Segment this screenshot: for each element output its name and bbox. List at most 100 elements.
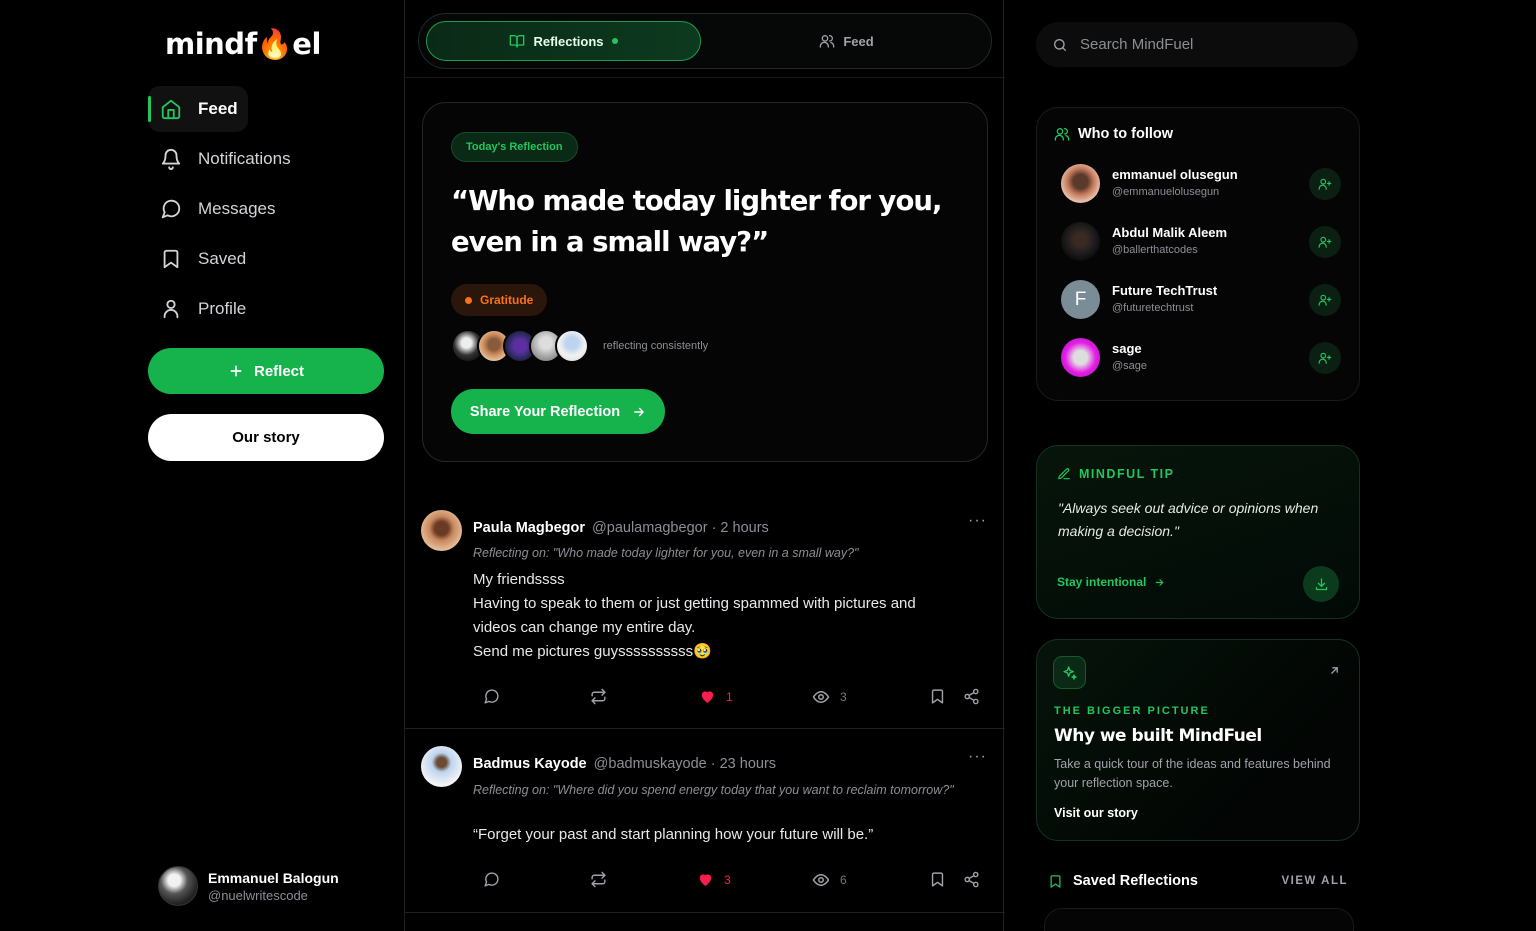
like-button[interactable]: 3 xyxy=(697,871,731,888)
avatar[interactable] xyxy=(1061,164,1100,203)
tag-dot xyxy=(465,296,472,304)
eye-icon xyxy=(812,874,830,886)
avatar[interactable] xyxy=(1061,338,1100,377)
search-input[interactable]: Search MindFuel xyxy=(1036,22,1358,67)
nav-label: Profile xyxy=(198,299,247,318)
heart-icon xyxy=(701,691,714,703)
current-user[interactable]: Emmanuel Balogun @nuelwritescode xyxy=(158,866,339,906)
avatar xyxy=(158,866,198,906)
download-icon xyxy=(1315,577,1327,590)
nav-item-notifications[interactable]: Notifications xyxy=(148,136,388,182)
follow-button[interactable] xyxy=(1309,342,1341,374)
author-handle: @paulamagbegor xyxy=(592,520,708,536)
avatar[interactable] xyxy=(421,746,462,787)
nav-item-messages[interactable]: Messages xyxy=(148,186,388,232)
comment-icon xyxy=(484,872,499,887)
saved-reflection-card[interactable] xyxy=(1044,908,1354,931)
mindfuel-logo[interactable]: mindf🔥el xyxy=(165,27,321,62)
reflection-question: “Who made today lighter for you, even in… xyxy=(451,185,942,258)
user-plus-icon xyxy=(1318,236,1332,248)
more-options-icon[interactable]: ··· xyxy=(968,512,987,530)
stay-intentional-link[interactable]: Stay intentional xyxy=(1057,575,1165,589)
follow-button[interactable] xyxy=(1309,168,1341,200)
follow-suggestion: sage @sage xyxy=(1061,338,1341,378)
like-count: 3 xyxy=(724,872,731,887)
share-icon xyxy=(964,688,979,705)
post-header: Paula Magbegor @paulamagbegor · 2 hours xyxy=(473,520,769,536)
home-icon xyxy=(161,99,181,120)
avatar[interactable] xyxy=(421,510,462,551)
users-icon xyxy=(819,35,835,48)
view-all-link[interactable]: VIEW ALL xyxy=(1281,875,1348,887)
tip-quote: "Always seek out advice or opinions when… xyxy=(1058,500,1319,539)
user-name: Emmanuel Balogun xyxy=(208,869,339,886)
saved-title: Saved Reflections xyxy=(1073,873,1198,889)
share-reflection-button[interactable]: Share Your Reflection xyxy=(451,389,665,434)
sparkles-icon xyxy=(1053,656,1086,689)
follow-button[interactable] xyxy=(1309,284,1341,316)
our-story-button[interactable]: Our story xyxy=(148,414,384,461)
saved-reflections-header: Saved Reflections VIEW ALL xyxy=(1048,873,1348,889)
reply-button[interactable] xyxy=(483,871,500,888)
arrow-right-icon xyxy=(1156,578,1164,586)
visit-story-link[interactable]: Visit our story xyxy=(1054,806,1138,820)
avatar[interactable]: F xyxy=(1061,280,1100,319)
nav-item-profile[interactable]: Profile xyxy=(148,286,388,332)
repost-button[interactable] xyxy=(590,871,607,888)
post[interactable]: Paula Magbegor @paulamagbegor · 2 hours … xyxy=(405,492,1005,729)
repost-button[interactable] xyxy=(590,688,607,705)
avatar[interactable] xyxy=(1061,222,1100,261)
search-icon xyxy=(1054,38,1066,51)
reply-button[interactable] xyxy=(483,688,500,705)
bigger-picture-title: Why we built MindFuel xyxy=(1054,726,1262,746)
bigger-picture-desc: Take a quick tour of the ideas and featu… xyxy=(1054,757,1331,790)
share-button[interactable] xyxy=(963,871,980,888)
post-time: · 2 hours xyxy=(711,520,769,536)
bigger-picture-card[interactable]: THE BIGGER PICTURE Why we built MindFuel… xyxy=(1036,639,1360,841)
tip-label: MINDFUL TIP xyxy=(1057,467,1174,481)
post[interactable]: Badmus Kayode @badmuskayode · 23 hours ·… xyxy=(405,729,1005,913)
reflector-avatars: reflecting consistently xyxy=(451,329,708,363)
arrow-right-icon xyxy=(634,407,644,416)
search-placeholder: Search MindFuel xyxy=(1080,36,1194,53)
bigger-picture-eyebrow: THE BIGGER PICTURE xyxy=(1054,705,1210,717)
like-count: 1 xyxy=(726,689,733,704)
post-body: My friendssss Having to speak to them or… xyxy=(473,571,916,660)
author-name[interactable]: Badmus Kayode xyxy=(473,756,587,772)
tab-feed[interactable]: Feed xyxy=(709,21,984,61)
reflect-button[interactable]: Reflect xyxy=(148,348,384,394)
post-header: Badmus Kayode @badmuskayode · 23 hours xyxy=(473,756,776,772)
user-plus-icon xyxy=(1318,178,1332,190)
reflecting-on: Reflecting on: "Who made today lighter f… xyxy=(473,546,859,560)
user-icon xyxy=(163,299,179,319)
flame-icon: 🔥 xyxy=(256,27,293,61)
nav-item-saved[interactable]: Saved xyxy=(148,236,388,282)
more-options-icon[interactable]: ··· xyxy=(968,748,987,766)
gratitude-tag[interactable]: Gratitude xyxy=(451,284,548,316)
avatar xyxy=(555,329,589,363)
heart-icon xyxy=(699,874,712,886)
pencil-icon xyxy=(1058,468,1070,480)
bookmark-button[interactable] xyxy=(929,688,946,705)
divider xyxy=(405,77,1005,78)
bookmark-button[interactable] xyxy=(929,871,946,888)
bookmark-icon xyxy=(931,689,944,704)
message-icon xyxy=(161,199,181,219)
follow-suggestion: Abdul Malik Aleem @ballerthatcodes xyxy=(1061,222,1341,262)
share-button[interactable] xyxy=(963,688,980,705)
bookmark-icon xyxy=(1050,874,1061,888)
author-name[interactable]: Paula Magbegor xyxy=(473,520,585,536)
repost-icon xyxy=(591,688,606,705)
bell-icon xyxy=(161,149,181,170)
repost-icon xyxy=(591,871,606,888)
main-feed: Reflections Feed Today's Reflection “Who… xyxy=(404,0,1005,931)
follow-button[interactable] xyxy=(1309,226,1341,258)
tab-reflections[interactable]: Reflections xyxy=(426,21,701,61)
nav-item-feed[interactable]: Feed xyxy=(148,86,248,132)
like-button[interactable]: 1 xyxy=(699,688,733,705)
external-arrow-icon[interactable] xyxy=(1328,664,1341,677)
download-button[interactable] xyxy=(1303,566,1339,602)
post-body: “Forget your past and start planning how… xyxy=(473,826,874,843)
comment-icon xyxy=(484,689,499,704)
nav-label: Messages xyxy=(198,199,276,218)
